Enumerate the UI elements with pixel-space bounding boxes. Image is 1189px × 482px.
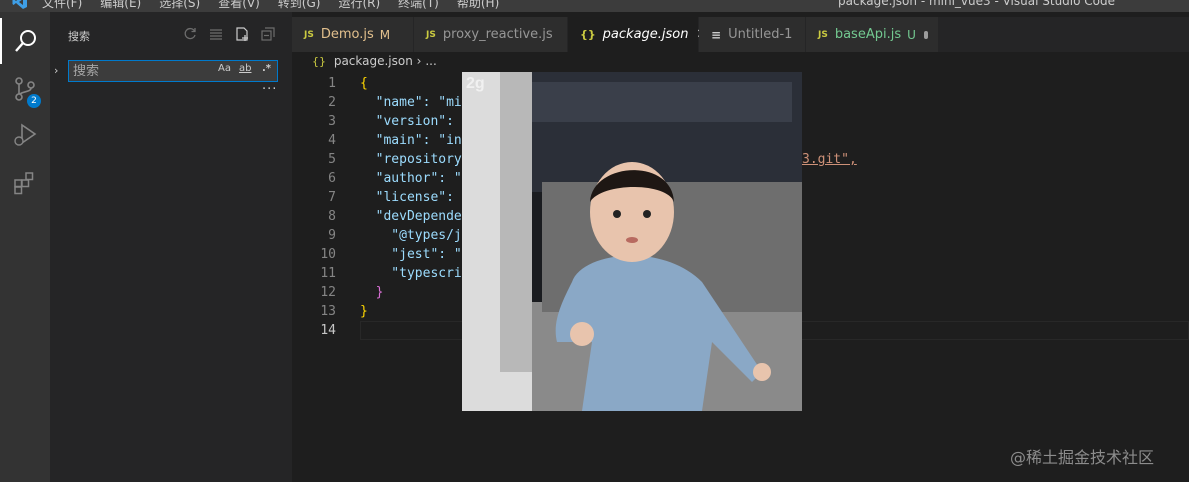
code-text-tail: 3.git", [802,152,857,167]
modified-status-badge: M [379,27,391,42]
line-number: 3 [328,114,336,129]
reaction-gif-image: 2g [462,72,802,411]
activity-run-debug[interactable] [0,112,50,158]
tab-label: Demo.js [320,27,374,42]
code-text: "devDepender [360,209,470,224]
new-search-editor-icon[interactable] [234,26,250,42]
use-regex-toggle[interactable]: .* [262,63,271,74]
line-number: 5 [328,152,336,167]
menu-go[interactable]: 转到(G) [278,0,321,11]
site-watermark: @稀土掘金技术社区 [1010,448,1155,467]
line-number: 9 [328,228,336,243]
menu-bar: 文件(F) 编辑(E) 选择(S) 查看(V) 转到(G) 运行(R) 终端(T… [42,0,499,11]
line-number: 13 [320,304,336,319]
sidebar-title: 搜索 [68,30,90,43]
code-text: "main": "in [360,133,462,148]
text-file-icon: ≡ [711,27,722,42]
run-debug-icon [14,123,37,146]
tab-demo-js[interactable]: JS Demo.js M [292,17,414,52]
untracked-status-badge: U [907,27,916,42]
gif-corner-label: 2g [466,75,485,92]
tab-package-json[interactable]: {} package.json ✕ [568,17,707,52]
line-number: 12 [320,285,336,300]
source-control-badge: 2 [27,94,41,108]
code-text: "author": " [360,171,462,186]
match-whole-word-toggle[interactable]: ab [239,63,251,74]
tab-label: Untitled-1 [728,27,793,42]
menu-help[interactable]: 帮助(H) [457,0,499,11]
window-title: package.json - mini_vue3 - Visual Studio… [838,0,1116,8]
javascript-file-icon: JS [304,29,314,40]
breadcrumb-separator: › [416,54,422,68]
tab-label: proxy_reactive.js [442,27,553,42]
menu-selection[interactable]: 选择(S) [159,0,200,11]
code-text: { [360,76,368,91]
code-text: "repository [360,152,462,167]
code-text: "name": "mi [360,95,462,110]
javascript-file-icon: JS [818,29,828,40]
collapse-all-icon[interactable] [260,26,276,42]
search-sidebar: 搜索 › Aa ab .* ··· [50,12,292,482]
code-text: "typescrip [360,266,470,281]
tab-proxy-reactive-js[interactable]: JS proxy_reactive.js [414,17,568,52]
vscode-logo-icon [12,0,27,9]
activity-source-control[interactable]: 2 [0,66,50,112]
json-file-icon: {} [312,55,326,68]
search-icon [15,30,36,52]
search-box: Aa ab .* [68,60,278,82]
menu-file[interactable]: 文件(F) [42,0,82,11]
json-file-icon: {} [580,28,596,41]
line-number: 1 [328,76,336,91]
code-text: "@types/j [360,228,462,243]
toggle-search-details-button[interactable]: ··· [262,82,277,97]
editor-tab-bar: JS Demo.js M JS proxy_reactive.js {} pac… [292,17,1189,52]
clear-results-icon[interactable] [208,26,224,42]
menu-edit[interactable]: 编辑(E) [100,0,141,11]
breadcrumb-ellipsis[interactable]: ... [425,54,436,68]
code-text: "jest": " [360,247,462,262]
breadcrumb-file[interactable]: package.json [334,54,413,68]
tab-untitled-1[interactable]: ≡ Untitled-1 [699,17,806,52]
search-input[interactable] [73,62,209,80]
line-number: 11 [320,266,336,281]
toddler-photo: 2g [462,72,802,411]
code-text: } [360,285,384,300]
match-case-toggle[interactable]: Aa [218,63,231,74]
unsaved-dot-icon [923,30,928,39]
refresh-icon[interactable] [182,26,198,42]
menu-view[interactable]: 查看(V) [218,0,260,11]
code-text: } [360,304,368,319]
code-text: "version": [360,114,454,129]
line-number: 10 [320,247,336,262]
javascript-file-icon: JS [426,29,436,40]
activity-search[interactable] [0,18,50,64]
line-number: 7 [328,190,336,205]
title-bar: 文件(F) 编辑(E) 选择(S) 查看(V) 转到(G) 运行(R) 终端(T… [0,0,1189,12]
line-number: 14 [320,323,336,338]
line-number: 4 [328,133,336,148]
activity-extensions[interactable] [0,160,50,206]
tab-label: package.json [602,27,689,42]
tab-label: baseApi.js [834,27,902,42]
line-number: 6 [328,171,336,186]
line-number: 8 [328,209,336,224]
line-number: 2 [328,95,336,110]
menu-run[interactable]: 运行(R) [338,0,380,11]
code-text: "license": [360,190,454,205]
chevron-right-icon[interactable]: › [54,64,58,77]
tab-base-api-js[interactable]: JS baseApi.js U [806,17,939,52]
extensions-icon [14,172,34,195]
breadcrumb: {} package.json › ... [312,54,437,68]
activity-bar: 2 [0,12,50,482]
menu-terminal[interactable]: 终端(T) [398,0,439,11]
